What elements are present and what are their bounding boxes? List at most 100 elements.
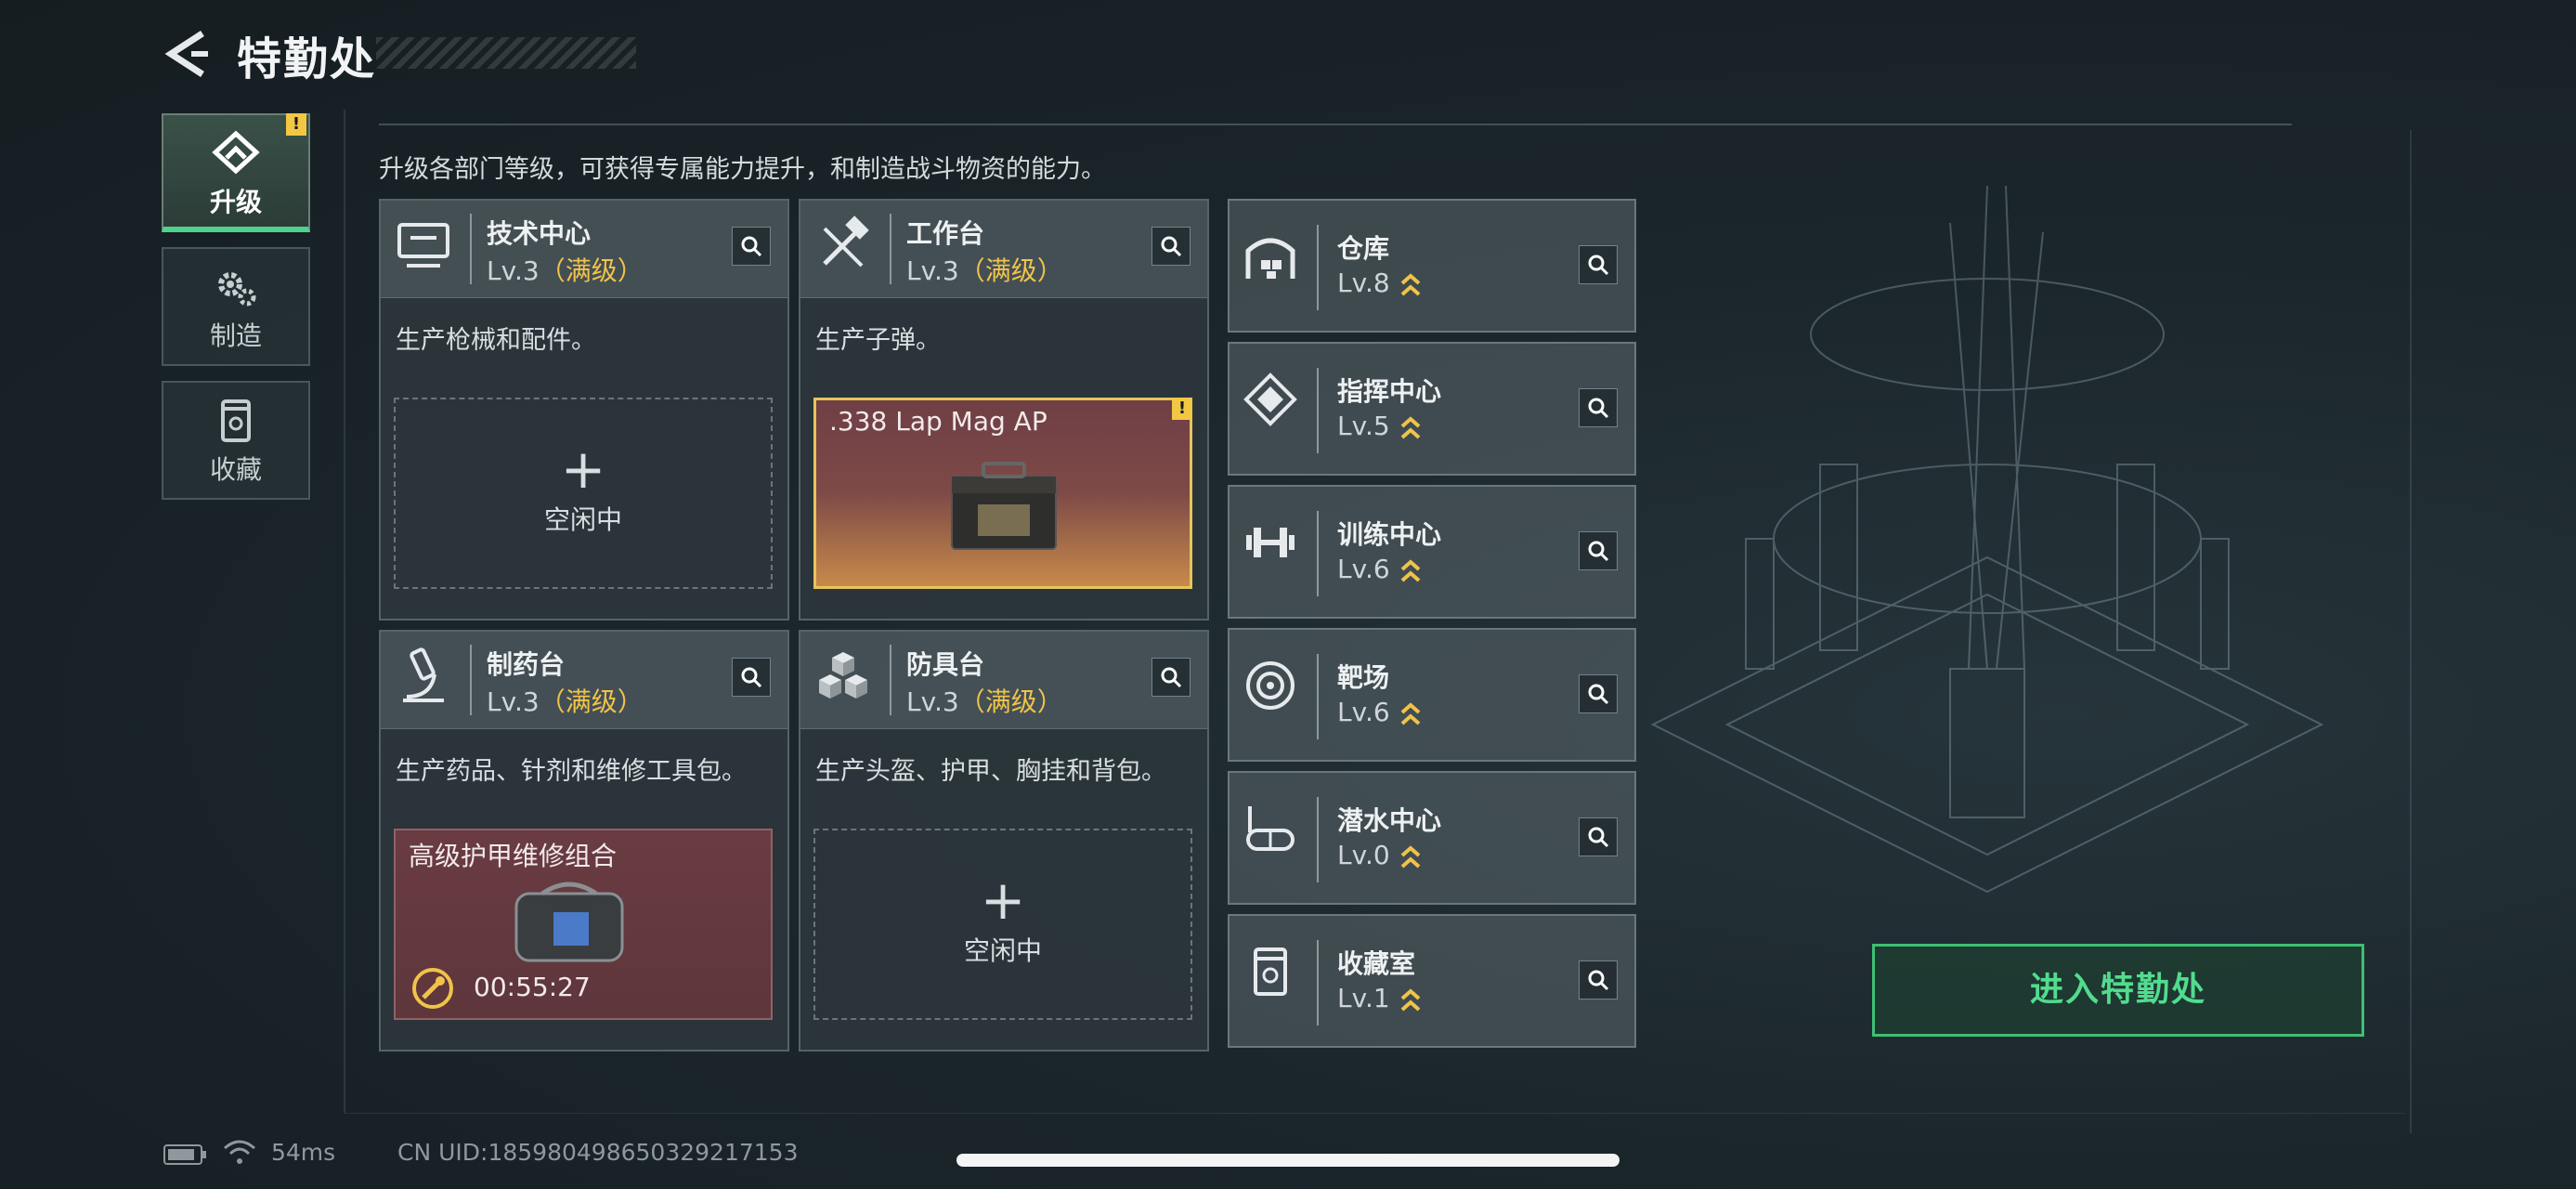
idle-slot[interactable]: + 空闲中 bbox=[394, 398, 773, 589]
search-icon bbox=[1161, 667, 1182, 688]
search-button[interactable] bbox=[732, 658, 771, 697]
facility-card-diving-center[interactable]: 潜水中心 Lv.0 bbox=[1228, 771, 1636, 905]
search-icon bbox=[1588, 398, 1609, 419]
department-card-armor-bench[interactable]: 防具台 Lv.3（满级） 生产头盔、护甲、胸挂和背包。 + 空闲中 bbox=[799, 630, 1209, 1052]
title-decoration bbox=[376, 37, 636, 69]
search-icon bbox=[1588, 684, 1609, 705]
department-description: 生产枪械和配件。 bbox=[396, 326, 596, 355]
tab-upgrade[interactable]: ! 升级 bbox=[162, 113, 310, 232]
idle-label: 空闲中 bbox=[963, 935, 1042, 966]
tab-label: 升级 bbox=[209, 187, 262, 217]
warning-badge: ! bbox=[286, 113, 306, 136]
home-indicator[interactable] bbox=[956, 1154, 1620, 1167]
production-slot-repair-kit[interactable]: 高级护甲维修组合 00:55:27 bbox=[394, 829, 773, 1020]
upgrade-icon bbox=[212, 130, 260, 175]
facility-name: 潜水中心 bbox=[1337, 805, 1442, 836]
warehouse-icon bbox=[1245, 238, 1295, 279]
cubes-icon bbox=[819, 652, 867, 699]
department-name: 制药台 bbox=[487, 649, 566, 680]
facility-blueprint-illustration bbox=[1650, 185, 2324, 894]
command-icon bbox=[1243, 372, 1297, 426]
department-level: Lv.3（满级） bbox=[487, 255, 644, 286]
department-card-pharmacy[interactable]: 制药台 Lv.3（满级） 生产药品、针剂和维修工具包。 高级护甲维修组合 00:… bbox=[379, 630, 789, 1052]
page-title: 特勤处 bbox=[237, 33, 377, 85]
collection-icon bbox=[1254, 947, 1287, 996]
search-button[interactable] bbox=[1579, 817, 1618, 856]
search-icon bbox=[741, 236, 762, 257]
search-icon bbox=[741, 667, 762, 688]
facility-card-shooting-range[interactable]: 靶场 Lv.6 bbox=[1228, 628, 1636, 762]
upgrade-available-icon bbox=[1400, 988, 1421, 1012]
item-name: 高级护甲维修组合 bbox=[409, 841, 618, 871]
facility-card-collection-room[interactable]: 收藏室 Lv.1 bbox=[1228, 914, 1636, 1048]
diving-mask-icon bbox=[1246, 806, 1295, 851]
facility-level: Lv.1 bbox=[1337, 983, 1422, 1013]
facility-level: Lv.6 bbox=[1337, 554, 1422, 584]
plus-icon: + bbox=[560, 438, 606, 501]
plus-icon: + bbox=[980, 869, 1026, 932]
production-slot-ammo[interactable]: ! .338 Lap Mag AP bbox=[813, 398, 1192, 589]
monitor-icon bbox=[397, 223, 449, 268]
facility-name: 收藏室 bbox=[1337, 948, 1416, 979]
upgrade-available-icon bbox=[1400, 702, 1421, 725]
department-name: 防具台 bbox=[906, 649, 985, 680]
ping-readout: 54ms bbox=[271, 1139, 336, 1166]
upgrade-available-icon bbox=[1400, 559, 1421, 582]
search-button[interactable] bbox=[1579, 388, 1618, 427]
facility-level: Lv.8 bbox=[1337, 268, 1422, 298]
facility-name: 仓库 bbox=[1337, 233, 1390, 264]
department-description: 生产药品、针剂和维修工具包。 bbox=[396, 757, 747, 786]
warning-badge: ! bbox=[1172, 398, 1192, 420]
item-name: .338 Lap Mag AP bbox=[829, 406, 1047, 437]
upgrade-available-icon bbox=[1400, 273, 1421, 296]
facility-name: 指挥中心 bbox=[1337, 376, 1442, 407]
search-button[interactable] bbox=[1579, 245, 1618, 284]
target-icon bbox=[1246, 661, 1295, 710]
department-level: Lv.3（满级） bbox=[906, 686, 1063, 717]
department-name: 技术中心 bbox=[487, 218, 592, 249]
department-description: 生产头盔、护甲、胸挂和背包。 bbox=[815, 757, 1166, 786]
facility-name: 靶场 bbox=[1337, 662, 1390, 693]
search-button[interactable] bbox=[732, 227, 771, 266]
tools-icon bbox=[823, 216, 869, 268]
battery-icon bbox=[163, 1144, 206, 1165]
ammo-box-icon bbox=[951, 462, 1057, 550]
facility-level: Lv.6 bbox=[1337, 697, 1422, 727]
facility-level: Lv.0 bbox=[1337, 840, 1422, 870]
search-button[interactable] bbox=[1579, 531, 1618, 570]
repair-kit-bag-icon bbox=[514, 882, 624, 962]
department-level: Lv.3（满级） bbox=[487, 686, 644, 717]
department-card-workbench[interactable]: 工作台 Lv.3（满级） 生产子弹。 ! .338 Lap Mag AP bbox=[799, 199, 1209, 621]
wrench-timer-icon bbox=[412, 968, 453, 1009]
page-description: 升级各部门等级，可获得专属能力提升，和制造战斗物资的能力。 bbox=[379, 155, 1106, 184]
search-icon bbox=[1588, 970, 1609, 991]
collection-icon bbox=[221, 399, 251, 442]
facility-card-warehouse[interactable]: 仓库 Lv.8 bbox=[1228, 199, 1636, 333]
search-button[interactable] bbox=[1151, 658, 1190, 697]
back-arrow-icon[interactable] bbox=[163, 28, 210, 80]
tab-manufacture[interactable]: 制造 bbox=[162, 247, 310, 366]
tab-label: 收藏 bbox=[209, 454, 262, 485]
facility-level: Lv.5 bbox=[1337, 411, 1422, 441]
production-timer: 00:55:27 bbox=[474, 972, 591, 1002]
search-icon bbox=[1588, 255, 1609, 276]
department-level: Lv.3（满级） bbox=[906, 255, 1063, 286]
search-icon bbox=[1588, 827, 1609, 848]
enter-special-ops-button[interactable]: 进入特勤处 bbox=[1872, 944, 2364, 1037]
search-icon bbox=[1161, 236, 1182, 257]
player-uid: CN UID:185980498650329217153 bbox=[397, 1139, 799, 1166]
microscope-icon bbox=[403, 647, 444, 702]
facility-card-command-center[interactable]: 指挥中心 Lv.5 bbox=[1228, 342, 1636, 476]
search-button[interactable] bbox=[1579, 960, 1618, 1000]
facility-name: 训练中心 bbox=[1337, 519, 1442, 550]
dumbbell-icon bbox=[1246, 528, 1295, 557]
idle-label: 空闲中 bbox=[543, 504, 622, 535]
department-name: 工作台 bbox=[906, 218, 985, 249]
facility-card-training-center[interactable]: 训练中心 Lv.6 bbox=[1228, 485, 1636, 619]
department-card-tech-center[interactable]: 技术中心 Lv.3（满级） 生产枪械和配件。 + 空闲中 bbox=[379, 199, 789, 621]
idle-slot[interactable]: + 空闲中 bbox=[813, 829, 1192, 1020]
search-button[interactable] bbox=[1579, 674, 1618, 713]
wifi-icon bbox=[224, 1140, 255, 1164]
tab-collection[interactable]: 收藏 bbox=[162, 381, 310, 500]
search-button[interactable] bbox=[1151, 227, 1190, 266]
